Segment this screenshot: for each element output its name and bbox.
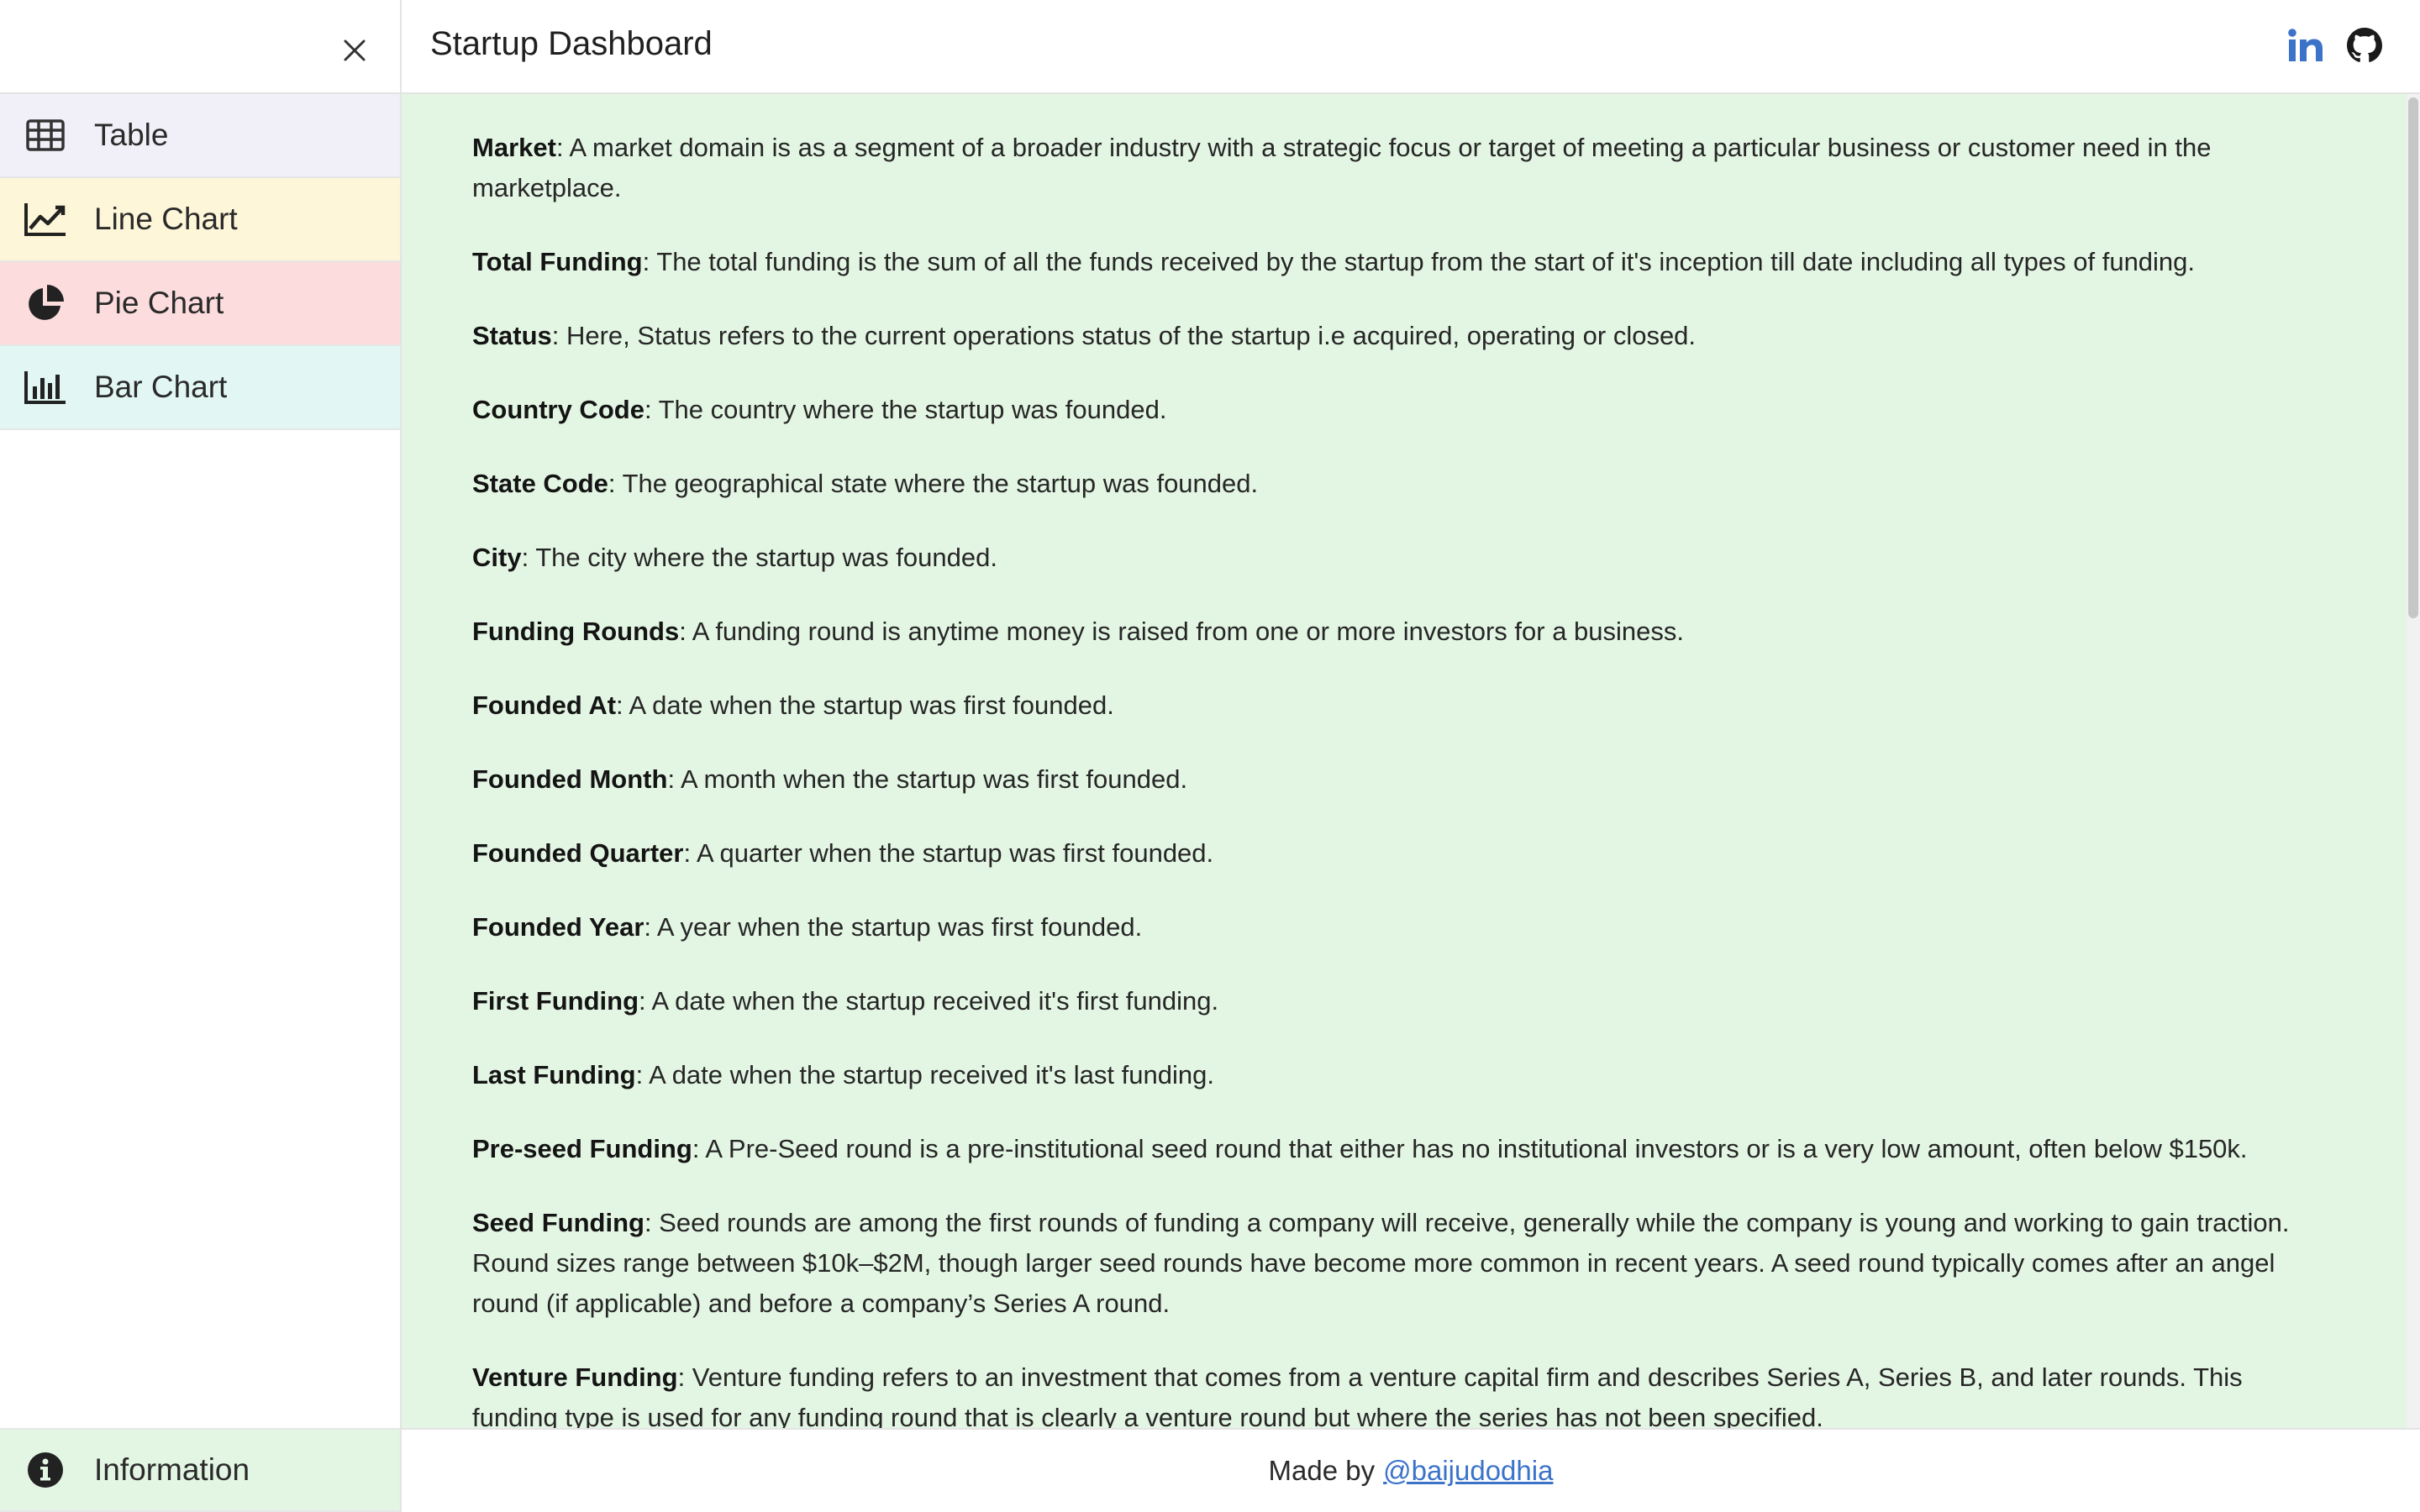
close-sidebar-button[interactable] — [334, 30, 375, 71]
definition-item: Status: Here, Status refers to the curre… — [472, 316, 2321, 356]
table-icon — [22, 115, 69, 155]
definition-item: Country Code: The country where the star… — [472, 390, 2321, 430]
definition-term: Founded Year — [472, 912, 644, 942]
definition-text: : A date when the startup received it's … — [635, 1060, 1214, 1089]
page-title: Startup Dashboard — [430, 25, 713, 62]
definition-term: Seed Funding — [472, 1208, 644, 1237]
definition-term: Market — [472, 133, 556, 162]
definition-term: State Code — [472, 469, 608, 498]
sidebar-item-table[interactable]: Table — [0, 94, 400, 178]
definition-item: State Code: The geographical state where… — [472, 464, 2321, 504]
sidebar-item-label: Bar Chart — [94, 370, 228, 404]
github-icon — [2347, 28, 2382, 62]
sidebar-item-pie-chart[interactable]: Pie Chart — [0, 262, 400, 346]
definition-text: : The geographical state where the start… — [608, 469, 1259, 498]
definition-term: City — [472, 543, 522, 572]
sidebar-item-label: Table — [94, 118, 169, 152]
definition-term: Funding Rounds — [472, 617, 680, 646]
definition-term: Pre-seed Funding — [472, 1134, 692, 1163]
definition-item: Pre-seed Funding: A Pre-Seed round is a … — [472, 1129, 2321, 1169]
definitions-list: Market: A market domain is as a segment … — [472, 128, 2321, 1428]
definition-text: : A market domain is as a segment of a b… — [472, 133, 2212, 202]
definition-text: : The city where the startup was founded… — [521, 543, 997, 572]
definition-item: First Funding: A date when the startup r… — [472, 981, 2321, 1021]
definition-term: Founded At — [472, 690, 617, 720]
footer: Made by @baijudodhia — [402, 1428, 2420, 1512]
scrollbar-thumb[interactable] — [2408, 97, 2418, 618]
definition-text: : A Pre-Seed round is a pre-institutiona… — [692, 1134, 2248, 1163]
sidebar-item-line-chart[interactable]: Line Chart — [0, 178, 400, 262]
definition-text: : A date when the startup was first foun… — [616, 690, 1114, 720]
definition-text: : A funding round is anytime money is ra… — [679, 617, 1685, 646]
definition-term: Status — [472, 321, 552, 350]
info-icon — [22, 1450, 69, 1490]
definition-text: : A year when the startup was first foun… — [644, 912, 1143, 942]
definition-text: : A month when the startup was first fou… — [667, 764, 1188, 794]
definition-item: City: The city where the startup was fou… — [472, 538, 2321, 578]
app-header: Startup Dashboard — [402, 0, 2420, 94]
pie-chart-icon — [22, 283, 69, 323]
definition-term: Country Code — [472, 395, 644, 424]
linkedin-icon — [2288, 29, 2323, 61]
line-chart-icon — [22, 199, 69, 239]
sidebar-item-information[interactable]: Information — [0, 1428, 400, 1512]
close-icon — [344, 39, 366, 61]
definition-item: Total Funding: The total funding is the … — [472, 242, 2321, 282]
sidebar-item-label: Pie Chart — [94, 286, 224, 320]
definition-term: Venture Funding — [472, 1362, 678, 1392]
definition-text: : The total funding is the sum of all th… — [642, 247, 2196, 276]
definition-item: Funding Rounds: A funding round is anyti… — [472, 612, 2321, 652]
sidebar: Table Line Chart Pie Chart Bar Chart Inf… — [0, 0, 402, 1512]
definition-item: Founded At: A date when the startup was … — [472, 685, 2321, 726]
definition-item: Last Funding: A date when the startup re… — [472, 1055, 2321, 1095]
definition-item: Seed Funding: Seed rounds are among the … — [472, 1203, 2321, 1324]
bar-chart-icon — [22, 367, 69, 407]
definition-item: Market: A market domain is as a segment … — [472, 128, 2321, 208]
definition-item: Founded Year: A year when the startup wa… — [472, 907, 2321, 948]
definition-text: : The country where the startup was foun… — [644, 395, 1167, 424]
linkedin-link[interactable] — [2286, 25, 2326, 66]
definition-text: : A quarter when the startup was first f… — [683, 838, 1214, 868]
definition-item: Founded Quarter: A quarter when the star… — [472, 833, 2321, 874]
definition-item: Founded Month: A month when the startup … — [472, 759, 2321, 800]
github-link[interactable] — [2344, 25, 2385, 66]
definition-term: Total Funding — [472, 247, 643, 276]
definition-item: Venture Funding: Venture funding refers … — [472, 1357, 2321, 1428]
footer-prefix: Made by — [1268, 1455, 1376, 1486]
sidebar-item-label: Line Chart — [94, 202, 238, 236]
sidebar-item-label: Information — [94, 1452, 250, 1487]
definition-term: Last Funding — [472, 1060, 636, 1089]
information-panel[interactable]: Market: A market domain is as a segment … — [402, 94, 2420, 1428]
author-link[interactable]: @baijudodhia — [1383, 1455, 1553, 1487]
sidebar-header — [0, 0, 400, 94]
definition-term: First Funding — [472, 986, 639, 1016]
scrollbar[interactable] — [2407, 94, 2420, 1428]
sidebar-item-bar-chart[interactable]: Bar Chart — [0, 346, 400, 430]
definition-text: : Seed rounds are among the first rounds… — [472, 1208, 2290, 1318]
definition-term: Founded Quarter — [472, 838, 684, 868]
definition-text: : Here, Status refers to the current ope… — [551, 321, 1697, 350]
definition-text: : A date when the startup received it's … — [639, 986, 1219, 1016]
definition-text: : Venture funding refers to an investmen… — [472, 1362, 2243, 1428]
definition-term: Founded Month — [472, 764, 668, 794]
